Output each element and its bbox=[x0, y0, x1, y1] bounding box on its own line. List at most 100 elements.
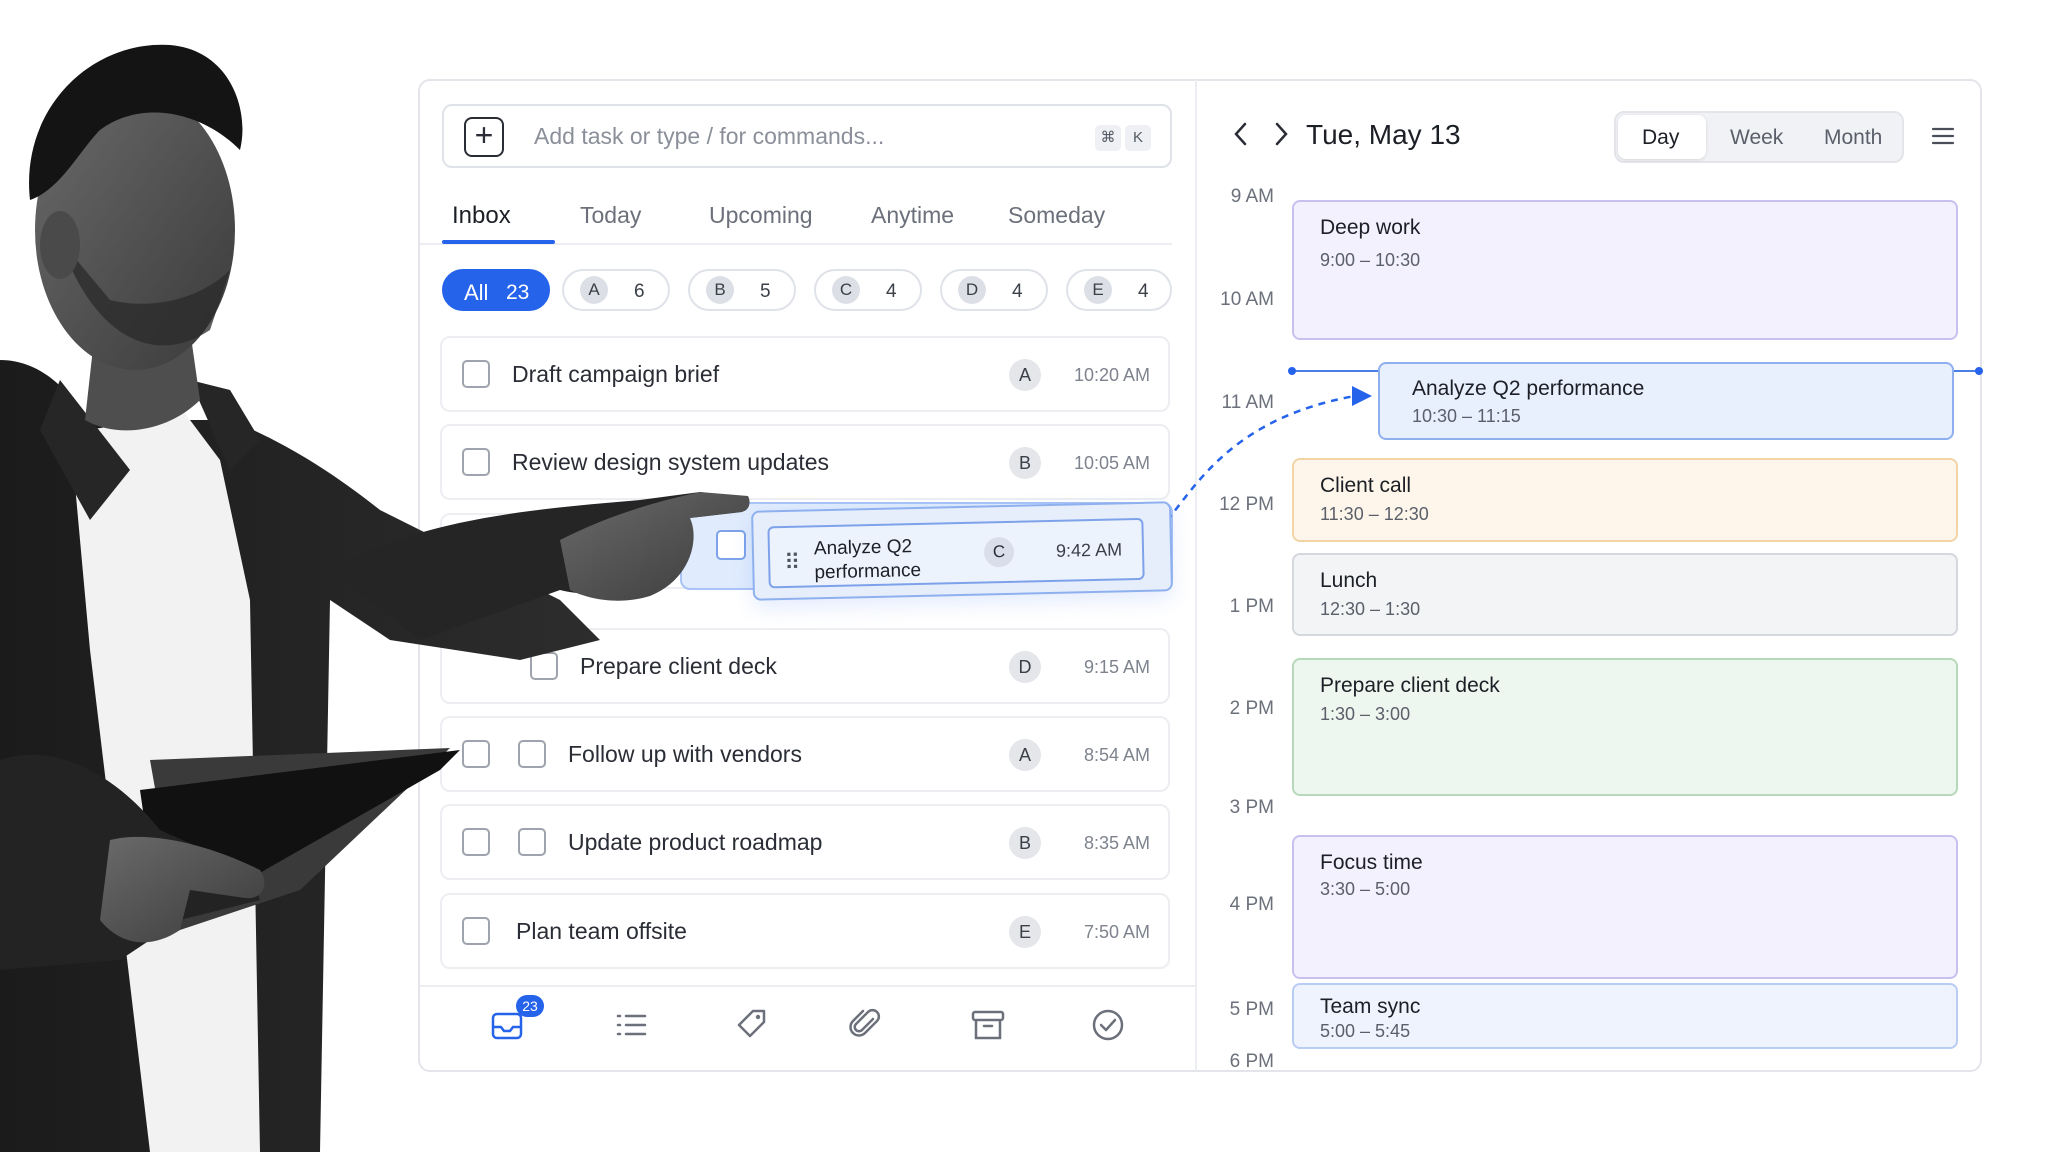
view-switcher[interactable]: Day Week Month bbox=[1614, 111, 1904, 163]
task-row[interactable]: Follow up with vendors A 8:54 AM bbox=[440, 716, 1170, 792]
tab-inbox[interactable]: Inbox bbox=[452, 202, 511, 230]
event-title: Analyze Q2 performance bbox=[1412, 377, 1645, 400]
filter-b[interactable]: B 5 bbox=[688, 269, 796, 311]
task-time: 7:50 AM bbox=[1083, 922, 1150, 942]
filter-e[interactable]: E 4 bbox=[1066, 269, 1172, 311]
hour-label: 2 PM bbox=[1229, 698, 1274, 719]
priority-badge: C bbox=[983, 536, 1015, 568]
task-title: Review design system updates bbox=[512, 449, 830, 475]
task-row[interactable]: Plan team offsite E 7:50 AM bbox=[440, 893, 1170, 969]
task-title: Plan team offsite bbox=[516, 918, 687, 944]
task-checkbox[interactable] bbox=[462, 828, 490, 856]
task-checkbox[interactable] bbox=[462, 740, 490, 768]
filter-count: 6 bbox=[634, 281, 645, 302]
dragging-task-inner: ⠿ Analyze Q2 performance C 9:42 AM bbox=[767, 517, 1145, 589]
inbox-count-badge: 23 bbox=[516, 995, 544, 1017]
task-checkbox[interactable] bbox=[462, 448, 490, 476]
event-time: 9:00 – 10:30 bbox=[1320, 250, 1421, 270]
priority-badge: E bbox=[1009, 916, 1041, 948]
event-prepare-client-deck[interactable]: Prepare client deck 1:30 – 3:00 bbox=[1292, 658, 1958, 796]
command-key: ⌘ bbox=[1095, 125, 1121, 151]
task-checkbox[interactable] bbox=[518, 740, 546, 768]
event-title: Focus time bbox=[1320, 851, 1423, 874]
task-time: 9:15 AM bbox=[1083, 657, 1150, 677]
priority-badge: E bbox=[1084, 276, 1112, 304]
toolbar-divider bbox=[420, 985, 1195, 987]
drag-handle-icon[interactable]: ⠿ bbox=[784, 550, 799, 576]
hour-label: 3 PM bbox=[1229, 797, 1274, 818]
filter-count: 5 bbox=[760, 281, 771, 302]
tab-today[interactable]: Today bbox=[580, 202, 641, 229]
task-row[interactable]: Review design system updates B 10:05 AM bbox=[440, 424, 1170, 500]
event-time: 3:30 – 5:00 bbox=[1320, 879, 1411, 899]
hour-label: 5 PM bbox=[1229, 999, 1274, 1020]
paperclip-icon[interactable] bbox=[846, 1005, 886, 1045]
hour-label: 1 PM bbox=[1229, 596, 1274, 617]
task-title: Draft campaign brief bbox=[512, 361, 720, 387]
event-lunch[interactable]: Lunch 12:30 – 1:30 bbox=[1292, 553, 1958, 636]
event-deep-work[interactable]: Deep work 9:00 – 10:30 bbox=[1292, 200, 1958, 340]
command-bar[interactable]: + Add task or type / for commands... ⌘ K bbox=[442, 104, 1172, 168]
task-checkbox[interactable] bbox=[462, 917, 490, 945]
view-month[interactable]: Month bbox=[1824, 126, 1882, 150]
hour-label: 6 PM bbox=[1229, 1051, 1274, 1072]
event-client-call[interactable]: Client call 11:30 – 12:30 bbox=[1292, 458, 1958, 542]
task-time: 8:35 AM bbox=[1083, 833, 1150, 853]
tag-icon[interactable] bbox=[732, 1005, 772, 1045]
dragging-task-card[interactable]: ⠿ Analyze Q2 performance C 9:42 AM bbox=[751, 501, 1173, 601]
filter-count: 23 bbox=[506, 281, 530, 304]
chevron-right-icon[interactable] bbox=[1270, 120, 1292, 148]
filter-c[interactable]: C 4 bbox=[814, 269, 922, 311]
filter-count: 4 bbox=[1012, 281, 1023, 302]
add-task-icon[interactable]: + bbox=[464, 117, 504, 157]
event-focus-time[interactable]: Focus time 3:30 – 5:00 bbox=[1292, 835, 1958, 979]
task-title: Update product roadmap bbox=[568, 829, 823, 855]
priority-badge: A bbox=[1009, 359, 1041, 391]
dragging-task-time: 9:42 AM bbox=[1055, 539, 1123, 561]
tab-upcoming[interactable]: Upcoming bbox=[709, 202, 813, 229]
archive-icon[interactable] bbox=[968, 1005, 1008, 1045]
event-time: 10:30 – 11:15 bbox=[1412, 406, 1521, 426]
panel-divider bbox=[1195, 80, 1197, 1071]
task-title: Prepare client deck bbox=[580, 653, 777, 679]
priority-badge: B bbox=[1009, 447, 1041, 479]
drag-path-arrow bbox=[1157, 386, 1372, 531]
priority-badge: A bbox=[1009, 739, 1041, 771]
filter-d[interactable]: D 4 bbox=[940, 269, 1048, 311]
menu-icon[interactable] bbox=[1930, 125, 1956, 147]
drop-indicator-dot bbox=[1975, 367, 1983, 375]
priority-badge: B bbox=[1009, 827, 1041, 859]
hour-label: 9 AM bbox=[1230, 186, 1274, 207]
chevron-left-icon[interactable] bbox=[1230, 120, 1252, 148]
filter-a[interactable]: A 6 bbox=[562, 269, 670, 311]
task-checkbox[interactable] bbox=[462, 545, 490, 573]
task-time: 10:05 AM bbox=[1073, 453, 1150, 473]
task-checkbox[interactable] bbox=[530, 652, 558, 680]
check-circle-icon[interactable] bbox=[1088, 1005, 1128, 1045]
drop-indicator-dot bbox=[1288, 367, 1296, 375]
event-time: 12:30 – 1:30 bbox=[1320, 599, 1421, 619]
filter-label: All bbox=[464, 280, 489, 305]
view-day[interactable]: Day bbox=[1642, 126, 1679, 150]
tab-someday[interactable]: Someday bbox=[1008, 202, 1105, 229]
task-checkbox[interactable] bbox=[462, 360, 490, 388]
dragging-task-title: Analyze Q2 performance bbox=[813, 536, 922, 584]
tab-anytime[interactable]: Anytime bbox=[871, 202, 954, 229]
active-tab-indicator bbox=[442, 240, 555, 244]
priority-badge: B bbox=[706, 276, 734, 304]
task-checkbox[interactable] bbox=[518, 828, 546, 856]
event-team-sync[interactable]: Team sync 5:00 – 5:45 bbox=[1292, 983, 1958, 1049]
task-row[interactable]: Prepare client deck D 9:15 AM bbox=[440, 628, 1170, 704]
task-row[interactable]: Update product roadmap B 8:35 AM bbox=[440, 804, 1170, 880]
priority-badge: A bbox=[580, 276, 608, 304]
drag-checkbox[interactable] bbox=[716, 530, 746, 560]
command-input[interactable]: Add task or type / for commands... bbox=[534, 123, 884, 150]
hour-label: 4 PM bbox=[1229, 894, 1274, 915]
filter-all[interactable]: All 23 bbox=[442, 269, 550, 311]
list-icon[interactable] bbox=[612, 1005, 652, 1045]
filter-count: 4 bbox=[886, 281, 897, 302]
event-time: 1:30 – 3:00 bbox=[1320, 704, 1411, 724]
event-analyze-q2[interactable]: Analyze Q2 performance 10:30 – 11:15 bbox=[1378, 362, 1954, 440]
task-row[interactable]: Draft campaign brief A 10:20 AM bbox=[440, 336, 1170, 412]
view-week[interactable]: Week bbox=[1730, 126, 1783, 150]
